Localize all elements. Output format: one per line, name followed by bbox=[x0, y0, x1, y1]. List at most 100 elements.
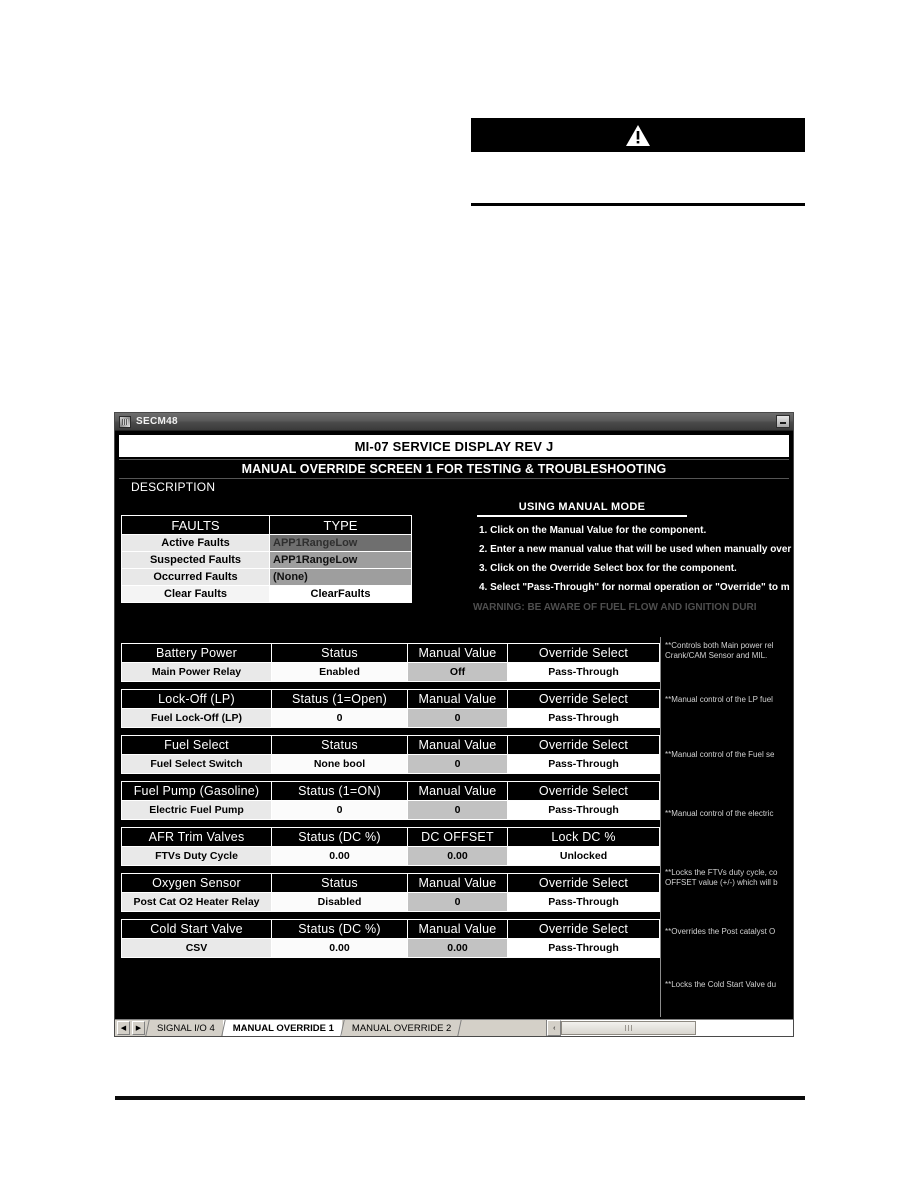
component-name: FTVs Duty Cycle bbox=[121, 846, 272, 866]
horizontal-scrollbar[interactable]: ‹ bbox=[546, 1020, 793, 1036]
table-row: Suspected Faults APP1RangeLow bbox=[121, 551, 412, 569]
override-select-column-header: Override Select bbox=[507, 873, 660, 893]
status-value: 0.00 bbox=[271, 846, 408, 866]
group-afr-trim-valves: AFR Trim Valves Status (DC %) DC OFFSET … bbox=[121, 827, 660, 866]
window-controls bbox=[776, 415, 790, 428]
override-select-dropdown[interactable]: Pass-Through bbox=[507, 662, 660, 682]
manual-value-input[interactable]: 0 bbox=[407, 754, 508, 774]
status-column-header: Status (DC %) bbox=[271, 919, 408, 939]
override-select-column-header: Override Select bbox=[507, 735, 660, 755]
override-select-column-header: Override Select bbox=[507, 919, 660, 939]
component-name: Post Cat O2 Heater Relay bbox=[121, 892, 272, 912]
component-notes-column: **Controls both Main power rel Crank/CAM… bbox=[660, 637, 795, 1017]
tab-nav-next-icon[interactable]: ▶ bbox=[132, 1021, 145, 1035]
status-column-header: Status bbox=[271, 873, 408, 893]
tab-navigation-buttons: ◀ ▶ bbox=[115, 1020, 147, 1036]
group-lock-off-lp: Lock-Off (LP) Status (1=Open) Manual Val… bbox=[121, 689, 660, 728]
table-row: Fuel Lock-Off (LP) 0 0 Pass-Through bbox=[121, 708, 660, 728]
dc-offset-column-header: DC OFFSET bbox=[407, 827, 508, 847]
warning-callout-box bbox=[471, 118, 805, 152]
document-page: SECM48 MI-07 SERVICE DISPLAY REV J MANUA… bbox=[0, 0, 918, 1188]
manual-value-input[interactable]: 0 bbox=[407, 892, 508, 912]
occurred-faults-label: Occurred Faults bbox=[121, 568, 270, 586]
dc-offset-input[interactable]: 0.00 bbox=[407, 846, 508, 866]
override-select-column-header: Override Select bbox=[507, 689, 660, 709]
instruction-step-2: 2. Enter a new manual value that will be… bbox=[479, 544, 792, 555]
group-header-row: AFR Trim Valves Status (DC %) DC OFFSET … bbox=[121, 827, 660, 847]
manual-value-input[interactable]: Off bbox=[407, 662, 508, 682]
group-title: AFR Trim Valves bbox=[121, 827, 272, 847]
status-column-header: Status bbox=[271, 643, 408, 663]
status-column-header: Status (1=ON) bbox=[271, 781, 408, 801]
table-row: Active Faults APP1RangeLow bbox=[121, 534, 412, 552]
manual-override-groups: Battery Power Status Manual Value Overri… bbox=[121, 643, 660, 965]
minimize-button[interactable] bbox=[776, 415, 790, 428]
suspected-faults-label: Suspected Faults bbox=[121, 551, 270, 569]
override-select-column-header: Override Select bbox=[507, 643, 660, 663]
sheet-tab-signal-io-4[interactable]: SIGNAL I/O 4 bbox=[147, 1020, 223, 1036]
sheet-tab-manual-override-2[interactable]: MANUAL OVERRIDE 2 bbox=[341, 1020, 460, 1036]
lock-dc-dropdown[interactable]: Unlocked bbox=[507, 846, 660, 866]
group-header-row: Cold Start Valve Status (DC %) Manual Va… bbox=[121, 919, 660, 939]
application-icon bbox=[119, 415, 131, 428]
scroll-left-arrow-icon[interactable]: ‹ bbox=[547, 1020, 562, 1036]
component-name: CSV bbox=[121, 938, 272, 958]
status-value: 0 bbox=[271, 800, 408, 820]
faults-header-row: FAULTS TYPE bbox=[121, 515, 412, 535]
manual-value-input[interactable]: 0 bbox=[407, 708, 508, 728]
scrollbar-track[interactable] bbox=[561, 1020, 793, 1036]
status-value: None bool bbox=[271, 754, 408, 774]
status-value: 0 bbox=[271, 708, 408, 728]
manual-value-input[interactable]: 0 bbox=[407, 800, 508, 820]
window-titlebar: SECM48 bbox=[115, 413, 793, 431]
override-select-dropdown[interactable]: Pass-Through bbox=[507, 892, 660, 912]
sheet-tab-manual-override-1[interactable]: MANUAL OVERRIDE 1 bbox=[222, 1020, 342, 1036]
note-afr-trim-valves: **Locks the FTVs duty cycle, co OFFSET v… bbox=[665, 868, 778, 887]
table-row: Main Power Relay Enabled Off Pass-Throug… bbox=[121, 662, 660, 682]
override-select-dropdown[interactable]: Pass-Through bbox=[507, 754, 660, 774]
override-select-dropdown[interactable]: Pass-Through bbox=[507, 800, 660, 820]
sheet-tab-label: MANUAL OVERRIDE 2 bbox=[351, 1023, 452, 1034]
override-select-dropdown[interactable]: Pass-Through bbox=[507, 938, 660, 958]
faults-table: FAULTS TYPE Active Faults APP1RangeLow S… bbox=[121, 515, 412, 603]
sheet-tab-label: MANUAL OVERRIDE 1 bbox=[232, 1023, 334, 1034]
window-title: SECM48 bbox=[136, 416, 178, 427]
override-select-dropdown[interactable]: Pass-Through bbox=[507, 708, 660, 728]
group-oxygen-sensor: Oxygen Sensor Status Manual Value Overri… bbox=[121, 873, 660, 912]
table-row: CSV 0.00 0.00 Pass-Through bbox=[121, 938, 660, 958]
status-column-header: Status (1=Open) bbox=[271, 689, 408, 709]
status-value: 0.00 bbox=[271, 938, 408, 958]
table-row: Clear Faults ClearFaults bbox=[121, 585, 412, 603]
group-header-row: Fuel Select Status Manual Value Override… bbox=[121, 735, 660, 755]
page-footer-rule bbox=[115, 1096, 805, 1100]
table-row: Electric Fuel Pump 0 0 Pass-Through bbox=[121, 800, 660, 820]
group-fuel-pump-gasoline: Fuel Pump (Gasoline) Status (1=ON) Manua… bbox=[121, 781, 660, 820]
sheet-tab-bar: ◀ ▶ SIGNAL I/O 4 MANUAL OVERRIDE 1 MANUA… bbox=[115, 1019, 793, 1036]
note-lock-off-lp: **Manual control of the LP fuel bbox=[665, 695, 773, 704]
note-cold-start-valve: **Locks the Cold Start Valve du bbox=[665, 980, 777, 989]
manual-value-column-header: Manual Value bbox=[407, 643, 508, 663]
scrollbar-thumb[interactable] bbox=[561, 1021, 696, 1035]
note-oxygen-sensor: **Overrides the Post catalyst O bbox=[665, 927, 776, 936]
manual-value-input[interactable]: 0.00 bbox=[407, 938, 508, 958]
faults-column-header: FAULTS bbox=[121, 515, 270, 535]
manual-value-column-header: Manual Value bbox=[407, 689, 508, 709]
note-fuel-pump: **Manual control of the electric bbox=[665, 809, 774, 818]
group-header-row: Lock-Off (LP) Status (1=Open) Manual Val… bbox=[121, 689, 660, 709]
type-column-header: TYPE bbox=[269, 515, 412, 535]
group-header-row: Fuel Pump (Gasoline) Status (1=ON) Manua… bbox=[121, 781, 660, 801]
using-manual-mode-panel: USING MANUAL MODE 1. Click on the Manual… bbox=[465, 501, 795, 613]
lock-dc-column-header: Lock DC % bbox=[507, 827, 660, 847]
instruction-step-3: 3. Click on the Override Select box for … bbox=[479, 563, 737, 574]
secm48-application-window: SECM48 MI-07 SERVICE DISPLAY REV J MANUA… bbox=[114, 412, 794, 1037]
sheet-tab-label: SIGNAL I/O 4 bbox=[157, 1023, 215, 1034]
component-name: Fuel Lock-Off (LP) bbox=[121, 708, 272, 728]
tab-nav-first-icon[interactable]: ◀ bbox=[117, 1021, 130, 1035]
manual-value-column-header: Manual Value bbox=[407, 735, 508, 755]
group-title: Cold Start Valve bbox=[121, 919, 272, 939]
manual-value-column-header: Manual Value bbox=[407, 873, 508, 893]
manual-value-column-header: Manual Value bbox=[407, 781, 508, 801]
suspected-faults-value: APP1RangeLow bbox=[269, 551, 412, 569]
component-name: Fuel Select Switch bbox=[121, 754, 272, 774]
clear-faults-button[interactable]: ClearFaults bbox=[269, 585, 412, 603]
